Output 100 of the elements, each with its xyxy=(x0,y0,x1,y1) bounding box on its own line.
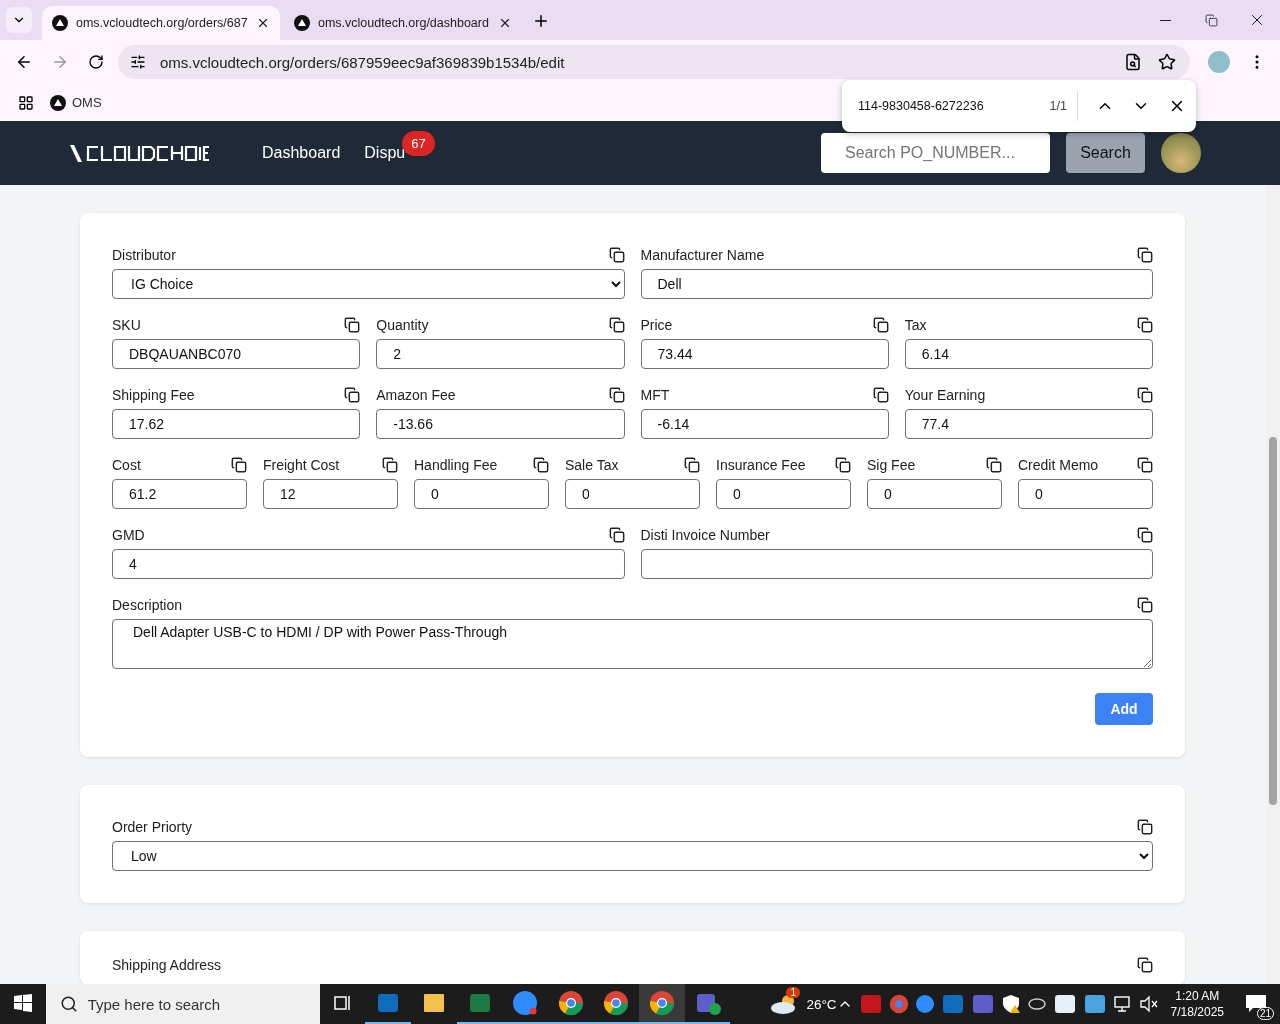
bookmark-star-icon[interactable] xyxy=(1158,53,1176,71)
input-field[interactable]: 2 xyxy=(376,339,625,369)
copy-icon[interactable] xyxy=(382,457,398,473)
new-tab-icon[interactable] xyxy=(532,12,550,30)
input-field[interactable]: 0 xyxy=(414,479,549,509)
input-field[interactable]: 73.44 xyxy=(640,339,889,369)
browser-app-icon[interactable] xyxy=(649,990,675,1016)
triangle-logo-icon xyxy=(50,94,66,111)
field-label: Distributor xyxy=(112,247,176,263)
tab-list-button[interactable] xyxy=(6,7,32,33)
copy-icon[interactable] xyxy=(872,317,889,333)
copy-icon[interactable] xyxy=(608,247,625,263)
reload-icon xyxy=(88,54,104,70)
input-field[interactable]: 6.14 xyxy=(904,339,1153,369)
clock-time: 1:20 AM xyxy=(1175,988,1220,1004)
copy-icon[interactable] xyxy=(986,457,1002,473)
user-avatar[interactable] xyxy=(1161,133,1201,173)
input-field[interactable]: 0 xyxy=(1018,479,1153,509)
field-label: Disti Invoice Number xyxy=(640,527,770,543)
notification-count: 21 xyxy=(1256,1007,1274,1020)
copy-icon[interactable] xyxy=(344,317,361,333)
field-label: Freight Cost xyxy=(263,457,340,473)
input-field[interactable]: 77.4 xyxy=(904,409,1153,439)
field-label: SKU xyxy=(112,317,141,333)
dropdown-field[interactable]: IG Choice xyxy=(112,269,625,299)
copy-icon[interactable] xyxy=(608,387,625,403)
browser-app-icon[interactable] xyxy=(557,990,584,1016)
browser-tab[interactable]: oms.vcloudtech.org/orders/687 xyxy=(42,6,280,40)
dropdown-field[interactable]: Low xyxy=(112,841,1153,871)
input-field[interactable]: 17.62 xyxy=(112,409,361,439)
field-label: Cost xyxy=(112,457,141,473)
close-icon[interactable] xyxy=(498,16,512,30)
copy-icon[interactable] xyxy=(835,457,851,473)
browser-app-icon[interactable] xyxy=(603,990,630,1016)
copy-icon[interactable] xyxy=(344,387,361,403)
input-field[interactable]: 4 xyxy=(112,549,625,579)
clock-date: 7/18/2025 xyxy=(1170,1004,1224,1020)
nav-link[interactable]: Dashboard xyxy=(262,144,341,162)
copy-icon[interactable] xyxy=(1137,247,1153,263)
copy-icon[interactable] xyxy=(1137,597,1153,613)
site-settings-icon[interactable] xyxy=(130,54,146,70)
copy-icon[interactable] xyxy=(872,387,889,403)
input-field[interactable]: -6.14 xyxy=(640,409,889,439)
field-label: Description xyxy=(112,597,183,613)
input-field[interactable]: 0 xyxy=(867,479,1002,509)
browser-tab[interactable]: oms.vcloudtech.org/dashboard xyxy=(284,6,522,40)
input-field[interactable]: -13.66 xyxy=(376,409,625,439)
copy-icon[interactable] xyxy=(1137,457,1153,473)
search-icon xyxy=(59,995,78,1013)
copy-icon[interactable] xyxy=(1137,819,1153,835)
search-field[interactable]: Search PO_NUMBER... xyxy=(821,133,1050,173)
input-field[interactable]: 12 xyxy=(263,479,398,509)
input-field[interactable]: DBQAUANBC070 xyxy=(112,339,361,369)
cloudchoice-logo[interactable] xyxy=(68,142,210,164)
input-field[interactable] xyxy=(640,549,1153,579)
weather-badge: 1 xyxy=(786,987,800,998)
bookmark-link[interactable]: OMS xyxy=(50,94,102,111)
copy-icon[interactable] xyxy=(1137,317,1153,333)
text-area[interactable]: Dell Adapter USB-C to HDMI / DP with Power Pass-Through xyxy=(112,619,1153,669)
field-label: Tax xyxy=(904,317,927,333)
network-icon[interactable] xyxy=(1112,994,1133,1014)
scrollbar-thumb[interactable] xyxy=(1269,437,1277,805)
field-label: Quantity xyxy=(376,317,429,333)
copy-icon[interactable] xyxy=(608,317,625,333)
field-label: Shipping Fee xyxy=(112,387,195,403)
field-label: Your Earning xyxy=(904,387,986,403)
copy-icon[interactable] xyxy=(1137,387,1153,403)
field-label: MFT xyxy=(640,387,670,403)
forward-arrow-icon xyxy=(51,53,69,71)
input-field[interactable]: 61.2 xyxy=(112,479,247,509)
windows-logo-icon xyxy=(13,994,32,1012)
copy-icon[interactable] xyxy=(533,457,549,473)
field-label: Manufacturer Name xyxy=(640,247,765,263)
temperature-text: 26°C xyxy=(806,996,837,1012)
copy-icon[interactable] xyxy=(1137,527,1153,543)
field-label: Credit Memo xyxy=(1018,457,1099,473)
restore-icon xyxy=(1204,13,1218,27)
field-label: Amazon Fee xyxy=(376,387,456,403)
copy-icon[interactable] xyxy=(1137,957,1153,973)
input-field[interactable]: 0 xyxy=(565,479,700,509)
find-query-text: 114-9830458-6272236 xyxy=(858,99,985,113)
field-label: Handling Fee xyxy=(414,457,498,473)
input-field[interactable]: 0 xyxy=(716,479,851,509)
field-label: Sale Tax xyxy=(565,457,619,473)
browser-tray-icon[interactable] xyxy=(888,994,909,1014)
speaker-muted-icon[interactable] xyxy=(1138,994,1159,1014)
copy-icon[interactable] xyxy=(608,527,625,543)
close-icon[interactable] xyxy=(256,16,270,30)
field-label: Insurance Fee xyxy=(716,457,806,473)
taskbar-search-field[interactable]: Type here to search xyxy=(45,984,320,1024)
address-bar[interactable]: oms.vcloudtech.org/orders/687959eec9af369839b1534b/edit xyxy=(118,45,1190,79)
copy-icon[interactable] xyxy=(684,457,700,473)
add-button[interactable]: Add xyxy=(1095,693,1153,725)
find-count: 1/1 xyxy=(1049,91,1078,121)
shield-warning-icon[interactable] xyxy=(1000,994,1021,1014)
input-field[interactable]: Dell xyxy=(640,269,1153,299)
search-button[interactable]: Search xyxy=(1066,133,1145,173)
copy-icon[interactable] xyxy=(231,457,247,473)
apps-grid-icon[interactable] xyxy=(18,94,34,111)
page-search-icon[interactable] xyxy=(1124,53,1142,71)
